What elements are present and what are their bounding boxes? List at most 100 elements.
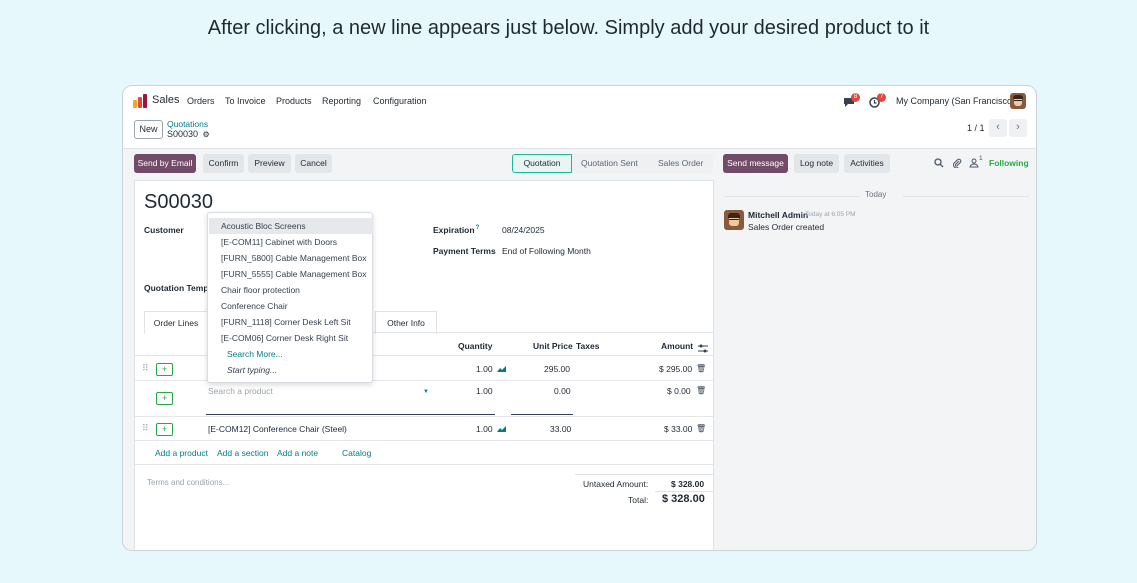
row-quantity[interactable]: 1.00	[476, 364, 493, 374]
row-unit-price[interactable]: 295.00	[544, 364, 570, 374]
following-button[interactable]: Following	[989, 158, 1029, 168]
trash-icon[interactable]: 🗑	[696, 424, 706, 433]
customer-label: Customer	[144, 225, 184, 235]
payment-terms-label: Payment Terms	[433, 246, 496, 256]
user-avatar[interactable]	[1010, 93, 1026, 109]
menu-to-invoice[interactable]: To Invoice	[225, 96, 266, 106]
status-quotation-sent[interactable]: Quotation Sent	[581, 154, 638, 173]
confirm-button[interactable]: Confirm	[203, 154, 244, 173]
message-author[interactable]: Mitchell Admin	[748, 210, 808, 220]
tab-other-info[interactable]: Other Info	[375, 311, 437, 334]
paperclip-icon[interactable]	[952, 158, 962, 171]
add-line-button[interactable]: +	[156, 363, 173, 376]
add-line-button[interactable]: +	[156, 423, 173, 436]
company-switcher[interactable]: My Company (San Francisco)	[896, 96, 1015, 106]
input-underline	[511, 414, 573, 415]
row-unit-price[interactable]: 0.00	[554, 386, 571, 396]
catalog-link[interactable]: Catalog	[342, 448, 371, 458]
dropdown-item[interactable]: Chair floor protection	[209, 282, 373, 298]
sales-app-icon[interactable]	[133, 94, 147, 108]
row-quantity[interactable]: 1.00	[476, 424, 493, 434]
drag-handle-icon[interactable]: ⠿	[142, 423, 149, 434]
col-unit-price[interactable]: Unit Price	[533, 341, 573, 351]
forecast-chart-icon[interactable]	[497, 366, 506, 372]
tutorial-caption: After clicking, a new line appears just …	[207, 17, 930, 39]
row-amount: $ 0.00	[667, 386, 691, 396]
product-autocomplete-dropdown: Acoustic Bloc Screens [E-COM11] Cabinet …	[207, 212, 373, 383]
table-row[interactable]: ⠿ + [E-COM12] Conference Chair (Steel) 1…	[135, 417, 713, 441]
dropdown-item[interactable]: [FURN_5555] Cable Management Box	[209, 266, 373, 282]
search-icon[interactable]	[934, 158, 944, 171]
chatter-date: Today	[865, 190, 887, 199]
app-name[interactable]: Sales	[152, 94, 180, 106]
preview-button[interactable]: Preview	[248, 154, 291, 173]
send-message-button[interactable]: Send message	[723, 154, 788, 173]
terms-input[interactable]: Terms and conditions...	[147, 478, 229, 487]
followers-count: 1	[979, 155, 983, 162]
activities-badge: 7	[877, 93, 886, 102]
divider	[575, 474, 713, 475]
tab-order-lines[interactable]: Order Lines	[144, 311, 208, 334]
status-sales-order[interactable]: Sales Order	[658, 154, 703, 173]
menu-configuration[interactable]: Configuration	[373, 96, 427, 106]
order-number: S00030	[144, 191, 213, 213]
status-quotation[interactable]: Quotation	[512, 154, 572, 173]
pager-value[interactable]: 1 / 1	[967, 123, 985, 133]
menu-orders[interactable]: Orders	[187, 96, 215, 106]
chevron-down-icon[interactable]: ▼	[423, 389, 429, 395]
pager-next-button[interactable]: ›	[1009, 119, 1027, 137]
messages-badge: 8	[851, 93, 860, 102]
dropdown-item[interactable]: [E-COM11] Cabinet with Doors	[209, 234, 373, 250]
expiration-field[interactable]: 08/24/2025	[502, 225, 545, 235]
total-label: Total:	[628, 495, 649, 505]
add-product-link[interactable]: Add a product	[155, 448, 208, 458]
dropdown-item[interactable]: Acoustic Bloc Screens	[209, 218, 373, 234]
dropdown-item[interactable]: [FURN_5800] Cable Management Box	[209, 250, 373, 266]
log-note-button[interactable]: Log note	[794, 154, 839, 173]
drag-handle-icon[interactable]: ⠿	[142, 363, 149, 374]
expiration-label: Expiration?	[433, 225, 480, 235]
activities-button[interactable]: Activities	[844, 154, 890, 173]
forecast-chart-icon[interactable]	[497, 426, 506, 432]
row-amount: $ 295.00	[659, 364, 693, 374]
payment-terms-field[interactable]: End of Following Month	[502, 246, 591, 256]
author-avatar	[724, 210, 744, 230]
divider	[655, 491, 713, 492]
add-note-link[interactable]: Add a note	[277, 448, 318, 458]
table-row-new[interactable]: + Search a product ▼ 1.00 0.00 $ 0.00 🗑	[135, 381, 713, 417]
input-underline	[206, 414, 495, 415]
start-typing-hint: Start typing...	[227, 365, 278, 375]
help-icon[interactable]: ?	[476, 225, 480, 231]
cancel-button[interactable]: Cancel	[295, 154, 332, 173]
send-by-email-button[interactable]: Send by Email	[134, 154, 196, 173]
column-settings-icon[interactable]	[698, 340, 708, 358]
add-line-button[interactable]: +	[156, 392, 173, 405]
breadcrumb-quotations[interactable]: Quotations	[167, 119, 208, 129]
row-unit-price[interactable]: 33.00	[550, 424, 571, 434]
divider	[903, 196, 1029, 197]
message-time: Today at 6:05 PM	[805, 211, 856, 218]
untaxed-value: $ 328.00	[671, 479, 705, 489]
col-quantity[interactable]: Quantity	[458, 341, 492, 351]
add-section-link[interactable]: Add a section	[217, 448, 269, 458]
trash-icon[interactable]: 🗑	[696, 386, 706, 395]
message-body: Sales Order created	[748, 222, 825, 232]
menu-reporting[interactable]: Reporting	[322, 96, 361, 106]
col-taxes[interactable]: Taxes	[576, 341, 599, 351]
divider	[135, 464, 713, 465]
new-button[interactable]: New	[134, 120, 163, 139]
followers-icon[interactable]	[969, 158, 979, 171]
total-value: $ 328.00	[662, 493, 705, 505]
dropdown-item[interactable]: Conference Chair	[209, 298, 373, 314]
col-amount[interactable]: Amount	[661, 341, 693, 351]
product-search-input[interactable]: Search a product	[208, 386, 273, 396]
gear-icon[interactable]: ⚙	[203, 130, 210, 139]
dropdown-item[interactable]: [E-COM06] Corner Desk Right Sit	[209, 330, 373, 346]
search-more-link[interactable]: Search More...	[209, 346, 373, 362]
dropdown-item[interactable]: [FURN_1118] Corner Desk Left Sit	[209, 314, 373, 330]
row-product[interactable]: [E-COM12] Conference Chair (Steel)	[208, 424, 347, 434]
menu-products[interactable]: Products	[276, 96, 312, 106]
trash-icon[interactable]: 🗑	[696, 364, 706, 373]
row-quantity[interactable]: 1.00	[476, 386, 493, 396]
pager-previous-button[interactable]: ‹	[989, 119, 1007, 137]
